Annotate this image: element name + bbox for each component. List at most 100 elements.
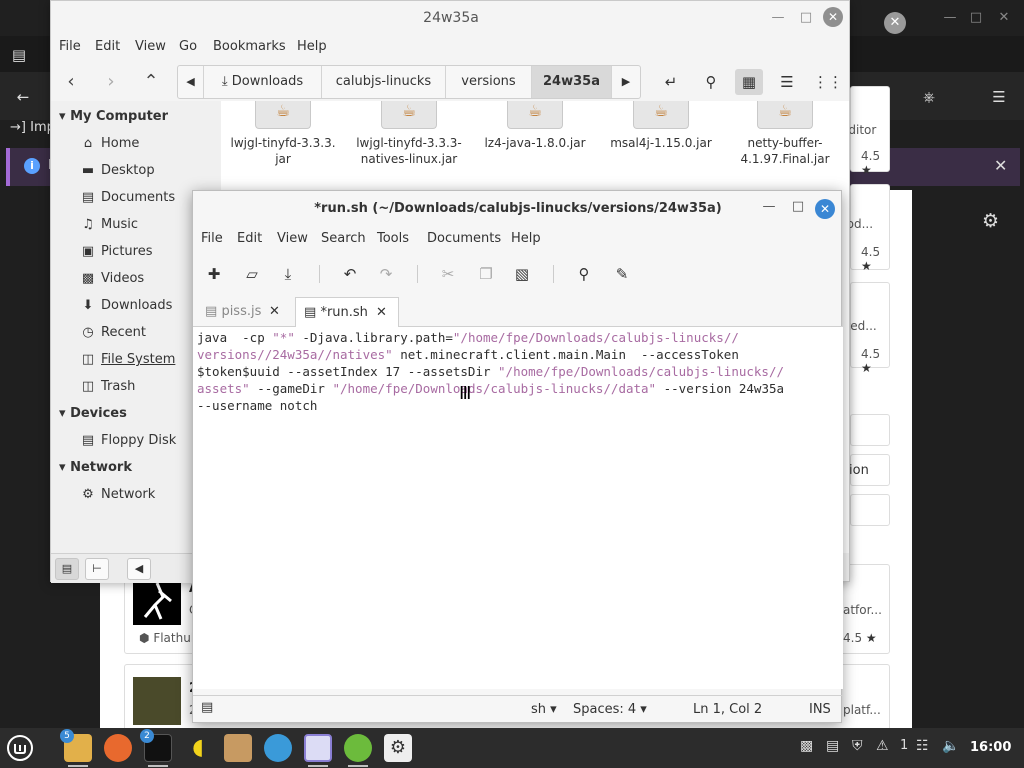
menu-help[interactable]: Help (297, 39, 327, 54)
sidebar-item-home[interactable]: ⌂ Home (79, 133, 219, 155)
editor-text-area[interactable]: java -cp "*" -Djava.library.path="/home/… (193, 327, 843, 689)
search-icon[interactable]: ⚲ (697, 69, 725, 95)
notification-close-icon[interactable]: ✕ (994, 156, 1007, 175)
menu-tools[interactable]: Tools (377, 231, 409, 246)
menu-view[interactable]: View (277, 231, 308, 246)
file-item[interactable]: lwjgl-tinyfd-3.3.3.jar (221, 101, 345, 167)
sidebar-section-my-computer[interactable]: ▾ My Computer (59, 109, 168, 124)
firefox-icon[interactable] (104, 734, 132, 762)
cut-icon[interactable]: ✂ (435, 261, 461, 287)
tab-close-icon[interactable]: ✕ (376, 298, 387, 328)
tab-piss-js[interactable]: ▤ piss.js ✕ (197, 297, 293, 327)
app-card[interactable]: nod... 4.5 ★ (839, 184, 890, 273)
sidebar-section-devices[interactable]: ▾ Devices (59, 406, 127, 421)
list-view-icon[interactable]: ☰ (773, 69, 801, 95)
tab-run-sh[interactable]: ▤ *run.sh ✕ (295, 297, 399, 327)
breadcrumb-right-arrow-icon[interactable]: ▶ (612, 66, 640, 98)
software-manager-icon[interactable] (344, 734, 372, 762)
side-panel-toggle-icon[interactable]: ▤ (201, 700, 213, 715)
insert-mode[interactable]: INS (809, 702, 831, 717)
compact-view-icon[interactable]: ⋮⋮ (813, 69, 843, 95)
settings-gear-icon[interactable]: ⚙ (982, 210, 999, 232)
copy-icon[interactable]: ❐ (473, 261, 499, 287)
icon-view-icon[interactable]: ▦ (735, 69, 763, 95)
jar-file-icon (507, 101, 563, 129)
filter-box[interactable] (850, 414, 890, 446)
settings-gear-icon[interactable]: ⚙ (384, 734, 412, 762)
menu-search[interactable]: Search (321, 231, 366, 246)
app-card[interactable]: editor 4.5 ★ (841, 86, 890, 177)
back-arrow-icon[interactable]: ‹ (57, 69, 85, 95)
breadcrumb-calubjs-linucks[interactable]: calubjs-linucks (322, 66, 446, 98)
mint-menu-icon[interactable] (6, 734, 34, 762)
notification-icon[interactable]: ⚠ (876, 738, 889, 754)
maximize-icon[interactable]: □ (788, 199, 808, 214)
file-manager-close-button[interactable]: ✕ (823, 7, 843, 27)
breadcrumb-downloads[interactable]: ⤓ Downloads (204, 66, 322, 98)
editor-close-button[interactable]: ✕ (815, 199, 835, 219)
minimize-icon[interactable]: — (759, 199, 779, 214)
file-item[interactable]: lz4-java-1.8.0.jar (473, 101, 597, 151)
save-icon[interactable]: ⤓ (275, 261, 301, 287)
edge-browser-icon[interactable] (264, 734, 292, 762)
menu-hamburger-icon[interactable]: ☰ (986, 84, 1012, 110)
volume-icon[interactable]: 🔈 (942, 738, 959, 754)
sidebar-toggle-icon[interactable]: ▤ (6, 42, 32, 68)
download-icon: ⤓ (221, 74, 228, 89)
network-icon[interactable]: ☷ (916, 738, 929, 754)
menu-file[interactable]: File (201, 231, 223, 246)
shield-icon[interactable]: ⛨ (852, 738, 863, 754)
menu-view[interactable]: View (135, 39, 166, 54)
tray-app-icon[interactable]: ▩ (800, 738, 813, 754)
menu-edit[interactable]: Edit (95, 39, 120, 54)
import-link[interactable]: →] Imp (10, 120, 55, 135)
file-item[interactable]: msal4j-1.15.0.jar (599, 101, 723, 151)
up-arrow-icon[interactable]: ⌃ (137, 69, 165, 95)
undo-icon[interactable]: ↶ (337, 261, 363, 287)
file-item[interactable]: netty-buffer-4.1.97.Final.jar (723, 101, 847, 167)
search-icon[interactable]: ⚲ (571, 261, 597, 287)
search-replace-icon[interactable]: ✎ (609, 261, 635, 287)
places-view-icon[interactable]: ▤ (55, 558, 79, 580)
software-manager-close-button[interactable]: ✕ (884, 12, 906, 34)
text-editor-icon[interactable] (304, 734, 332, 762)
forward-arrow-icon[interactable]: › (97, 69, 125, 95)
menu-file[interactable]: File (59, 39, 81, 54)
maximize-icon[interactable]: □ (966, 8, 986, 28)
menu-edit[interactable]: Edit (237, 231, 262, 246)
app-card[interactable]: cted... 4.5 ★ (839, 282, 890, 375)
language-selector[interactable]: sh ▾ (531, 702, 557, 717)
clock-app-icon[interactable]: ◖ (184, 734, 212, 762)
minimize-icon[interactable]: — (769, 9, 787, 27)
breadcrumb-24w35a[interactable]: 24w35a (532, 66, 612, 98)
back-arrow-icon[interactable]: ← (10, 84, 36, 110)
open-folder-icon[interactable]: ▱ (239, 261, 265, 287)
filter-box[interactable] (850, 494, 890, 526)
menu-bookmarks[interactable]: Bookmarks (213, 39, 286, 54)
filter-button[interactable]: ion (849, 454, 890, 486)
archive-manager-icon[interactable] (224, 734, 252, 762)
sidebar-item-desktop[interactable]: ▬ Desktop (79, 160, 219, 182)
menu-go[interactable]: Go (179, 39, 197, 54)
menu-help[interactable]: Help (511, 231, 541, 246)
new-document-icon[interactable]: ✚ (201, 261, 227, 287)
clipboard-icon[interactable]: ▤ (826, 738, 839, 754)
redo-icon[interactable]: ↷ (373, 261, 399, 287)
file-item[interactable]: lwjgl-tinyfd-3.3.3-natives-linux.jar (347, 101, 471, 167)
sidebar-section-network[interactable]: ▾ Network (59, 460, 132, 475)
paste-icon[interactable]: ▧ (509, 261, 535, 287)
breadcrumb-versions[interactable]: versions (446, 66, 532, 98)
close-icon[interactable]: ✕ (994, 8, 1014, 28)
menu-documents[interactable]: Documents (427, 231, 501, 246)
indent-selector[interactable]: Spaces: 4 ▾ (573, 702, 647, 717)
extensions-icon[interactable]: ⎈ (916, 84, 942, 110)
toggle-location-icon[interactable]: ↵ (657, 69, 685, 95)
minimize-icon[interactable]: — (940, 8, 960, 28)
info-icon: i (24, 158, 40, 174)
tree-view-icon[interactable]: ⊢ (85, 558, 109, 580)
tab-close-icon[interactable]: ✕ (269, 297, 280, 327)
hide-sidebar-icon[interactable]: ◀ (127, 558, 151, 580)
maximize-icon[interactable]: □ (797, 9, 815, 27)
breadcrumb-left-arrow-icon[interactable]: ◀ (178, 66, 204, 98)
clock[interactable]: 16:00 (970, 740, 1011, 755)
